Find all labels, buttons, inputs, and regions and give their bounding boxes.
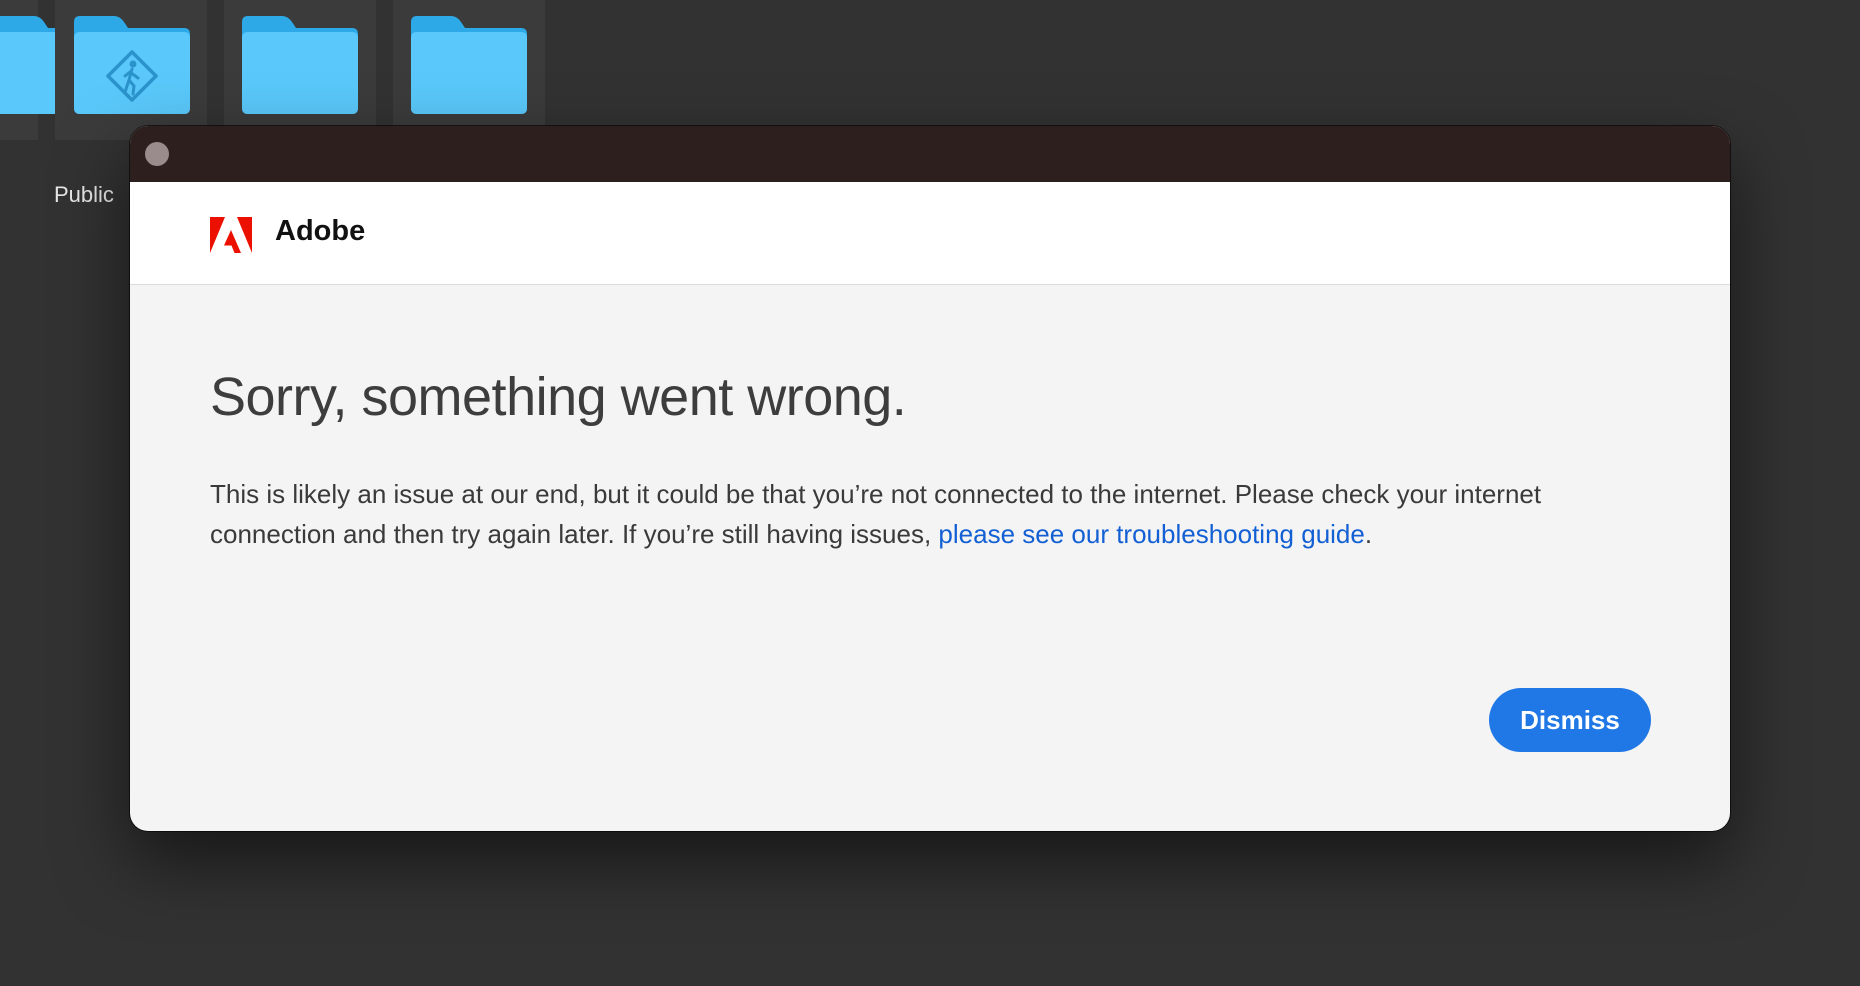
close-window-button[interactable] <box>145 142 169 166</box>
folder-tile-partial[interactable] <box>0 0 114 140</box>
folder-tile[interactable] <box>393 0 545 140</box>
public-folder-icon <box>74 16 190 114</box>
folder-tile[interactable] <box>224 0 376 140</box>
error-message-end: . <box>1364 519 1373 549</box>
adobe-logo-icon <box>210 217 252 253</box>
error-dialog: Adobe Sorry, something went wrong. This … <box>130 126 1730 831</box>
folder-icon <box>242 16 358 114</box>
folder-label-public[interactable]: Public <box>54 182 114 208</box>
desktop: Public Adobe Sorry, something went wrong… <box>0 0 1860 986</box>
error-message: This is likely an issue at our end, but … <box>210 474 1570 554</box>
brand-name: Adobe <box>275 215 366 247</box>
troubleshooting-guide-link[interactable]: please see our troubleshooting guide <box>938 519 1364 549</box>
brand-header: Adobe <box>130 182 1730 285</box>
folder-tile-public[interactable] <box>55 0 207 140</box>
error-content: Sorry, something went wrong. <box>210 366 1650 428</box>
error-headline: Sorry, something went wrong. <box>210 367 907 427</box>
window-titlebar[interactable] <box>130 126 1730 182</box>
folder-icon <box>411 16 527 114</box>
dismiss-button[interactable]: Dismiss <box>1489 688 1651 752</box>
